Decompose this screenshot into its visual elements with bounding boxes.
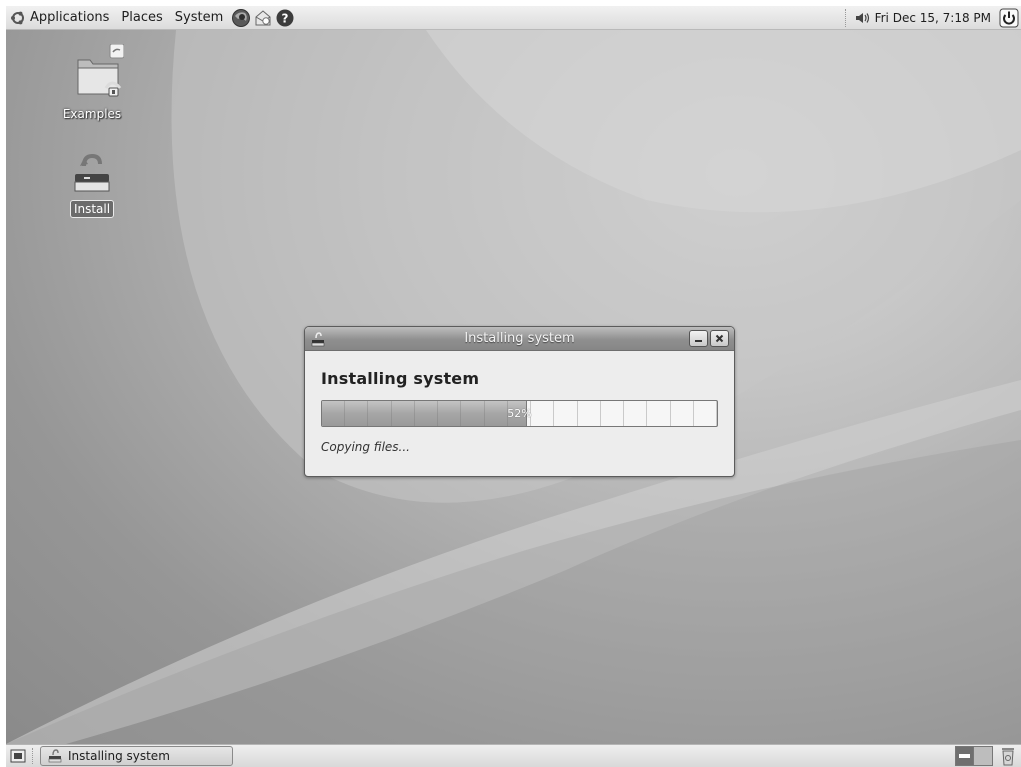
workspace-2[interactable] <box>974 746 993 766</box>
minimize-button[interactable] <box>689 330 708 347</box>
progress-percent: 52% <box>507 407 532 420</box>
installer-icon <box>48 749 62 763</box>
trash-icon[interactable] <box>999 746 1017 766</box>
folder-icon <box>77 44 124 97</box>
taskbar-window-installing-system[interactable]: Installing system <box>40 746 233 766</box>
dialog-titlebar[interactable]: Installing system <box>305 327 734 351</box>
panel-handle <box>844 8 849 27</box>
close-button[interactable] <box>710 330 729 347</box>
window-thumbnail-icon <box>959 754 970 758</box>
bottom-panel: Installing system <box>6 744 1021 767</box>
window-controls <box>689 330 729 347</box>
workspace-switcher <box>955 746 993 766</box>
panel-handle <box>32 748 36 764</box>
dialog-title: Installing system <box>464 330 575 346</box>
main-menu: Applications Places System ? <box>6 6 295 29</box>
install-progress-bar: 52% <box>321 400 718 427</box>
show-desktop-icon <box>10 749 26 763</box>
dialog-body: Installing system 52% Copying files... <box>305 351 734 454</box>
install-status: Copying files... <box>321 440 410 454</box>
notification-area: Fri Dec 15, 7:18 PM <box>844 6 1021 29</box>
volume-icon[interactable] <box>855 11 871 25</box>
desktop-icon-install[interactable]: Install <box>52 150 132 218</box>
top-panel: Applications Places System ? Fri Dec 15,… <box>6 6 1021 30</box>
desktop-icon-label: Examples <box>62 107 122 121</box>
power-icon[interactable] <box>999 8 1019 28</box>
dialog-heading: Installing system <box>321 369 480 388</box>
desktop-icon-examples[interactable]: Examples <box>52 44 132 122</box>
close-icon <box>715 334 724 343</box>
clock[interactable]: Fri Dec 15, 7:18 PM <box>875 11 991 25</box>
installer-icon <box>74 153 110 192</box>
help-icon[interactable]: ? <box>275 8 295 28</box>
installer-dialog: Installing system Installing system 52% … <box>304 326 735 477</box>
show-desktop-button[interactable] <box>8 747 28 765</box>
applications-menu[interactable]: Applications <box>6 6 115 30</box>
taskbar-window-label: Installing system <box>68 749 170 763</box>
firefox-icon[interactable] <box>231 8 251 28</box>
minimize-icon <box>695 340 702 342</box>
mail-icon[interactable] <box>253 8 273 28</box>
workspace-1[interactable] <box>955 746 974 766</box>
svg-text:?: ? <box>282 11 289 25</box>
applications-label: Applications <box>30 9 110 25</box>
system-menu[interactable]: System <box>169 6 229 30</box>
desktop-icon-label: Install <box>69 200 115 218</box>
ubuntu-logo-icon <box>11 11 24 24</box>
places-menu[interactable]: Places <box>115 6 168 30</box>
